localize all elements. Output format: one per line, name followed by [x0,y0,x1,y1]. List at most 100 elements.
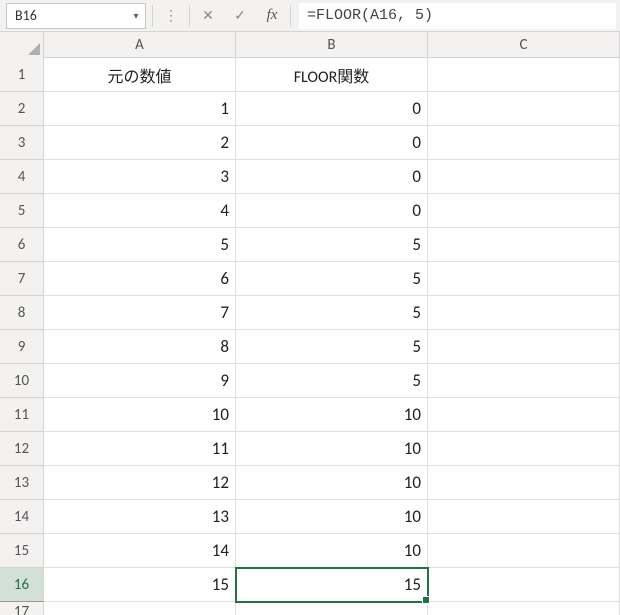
column-headers: A B C [0,32,620,58]
cell-C9[interactable] [428,330,620,364]
cell-C17[interactable] [428,602,620,615]
table-row: 7 6 5 [0,262,620,296]
divider [189,5,190,27]
row-header[interactable]: 16 [0,568,44,602]
cell-C12[interactable] [428,432,620,466]
cell-C4[interactable] [428,160,620,194]
cell-A8[interactable]: 7 [44,296,236,330]
cell-C14[interactable] [428,500,620,534]
cell-C13[interactable] [428,466,620,500]
row-header[interactable]: 14 [0,500,44,534]
row-header[interactable]: 13 [0,466,44,500]
formula-bar: B16 ▾ ⋮ ✕ ✓ fx =FLOOR(A16, 5) [0,0,620,32]
cell-B13[interactable]: 10 [236,466,428,500]
row-header[interactable]: 4 [0,160,44,194]
table-row: 3 2 0 [0,126,620,160]
table-row: 4 3 0 [0,160,620,194]
cell-A1[interactable]: 元の数値 [44,58,236,92]
cell-B8[interactable]: 5 [236,296,428,330]
cell-B11[interactable]: 10 [236,398,428,432]
cell-A5[interactable]: 4 [44,194,236,228]
cell-C1[interactable] [428,58,620,92]
table-row: 5 4 0 [0,194,620,228]
cell-B6[interactable]: 5 [236,228,428,262]
table-row: 8 7 5 [0,296,620,330]
cell-A12[interactable]: 11 [44,432,236,466]
cell-C6[interactable] [428,228,620,262]
cell-C10[interactable] [428,364,620,398]
cell-C3[interactable] [428,126,620,160]
cell-B17[interactable] [236,602,428,615]
cancel-icon[interactable]: ✕ [194,3,222,29]
cell-B7[interactable]: 5 [236,262,428,296]
cell-C16[interactable] [428,568,620,602]
cell-A17[interactable] [44,602,236,615]
table-row: 15 14 10 [0,534,620,568]
cell-C15[interactable] [428,534,620,568]
formula-input[interactable]: =FLOOR(A16, 5) [299,3,616,29]
name-box[interactable]: B16 ▾ [6,3,146,29]
table-row: 9 8 5 [0,330,620,364]
cell-A7[interactable]: 6 [44,262,236,296]
cell-B14[interactable]: 10 [236,500,428,534]
insert-function-icon[interactable]: fx [258,3,286,29]
table-row: 14 13 10 [0,500,620,534]
column-header-C[interactable]: C [428,32,620,57]
column-header-A[interactable]: A [44,32,236,57]
more-options-icon[interactable]: ⋮ [157,3,185,29]
column-header-B[interactable]: B [236,32,428,57]
row-header[interactable]: 3 [0,126,44,160]
cell-B5[interactable]: 0 [236,194,428,228]
row-header[interactable]: 7 [0,262,44,296]
row-header[interactable]: 6 [0,228,44,262]
spreadsheet-grid: A B C 1 元の数値 FLOOR関数 2 1 0 3 2 0 4 3 0 5… [0,32,620,615]
cell-A10[interactable]: 9 [44,364,236,398]
cell-B15[interactable]: 10 [236,534,428,568]
cell-B16[interactable]: 15 [236,568,428,602]
row-header[interactable]: 17 [0,602,44,615]
cell-B4[interactable]: 0 [236,160,428,194]
cell-C5[interactable] [428,194,620,228]
table-row: 13 12 10 [0,466,620,500]
cell-A2[interactable]: 1 [44,92,236,126]
cell-B3[interactable]: 0 [236,126,428,160]
cell-A14[interactable]: 13 [44,500,236,534]
row-header[interactable]: 15 [0,534,44,568]
name-box-value: B16 [7,7,127,24]
table-row: 2 1 0 [0,92,620,126]
row-header[interactable]: 5 [0,194,44,228]
cell-B12[interactable]: 10 [236,432,428,466]
cell-B1[interactable]: FLOOR関数 [236,58,428,92]
row-header[interactable]: 1 [0,58,44,92]
row-header[interactable]: 10 [0,364,44,398]
table-row: 11 10 10 [0,398,620,432]
cell-B2[interactable]: 0 [236,92,428,126]
cell-C7[interactable] [428,262,620,296]
table-row: 17 [0,602,620,615]
row-header[interactable]: 11 [0,398,44,432]
table-row: 10 9 5 [0,364,620,398]
cell-A16[interactable]: 15 [44,568,236,602]
cell-A3[interactable]: 2 [44,126,236,160]
table-row: 12 11 10 [0,432,620,466]
cell-B9[interactable]: 5 [236,330,428,364]
cell-B10[interactable]: 5 [236,364,428,398]
select-all-button[interactable] [0,32,44,58]
cell-A6[interactable]: 5 [44,228,236,262]
cell-A9[interactable]: 8 [44,330,236,364]
cell-C8[interactable] [428,296,620,330]
row-header[interactable]: 12 [0,432,44,466]
cell-C11[interactable] [428,398,620,432]
table-row: 6 5 5 [0,228,620,262]
row-header[interactable]: 8 [0,296,44,330]
cell-A15[interactable]: 14 [44,534,236,568]
cell-A13[interactable]: 12 [44,466,236,500]
enter-icon[interactable]: ✓ [226,3,254,29]
table-row: 1 元の数値 FLOOR関数 [0,58,620,92]
cell-A11[interactable]: 10 [44,398,236,432]
row-header[interactable]: 9 [0,330,44,364]
cell-C2[interactable] [428,92,620,126]
cell-A4[interactable]: 3 [44,160,236,194]
row-header[interactable]: 2 [0,92,44,126]
name-box-dropdown-icon[interactable]: ▾ [127,4,145,28]
